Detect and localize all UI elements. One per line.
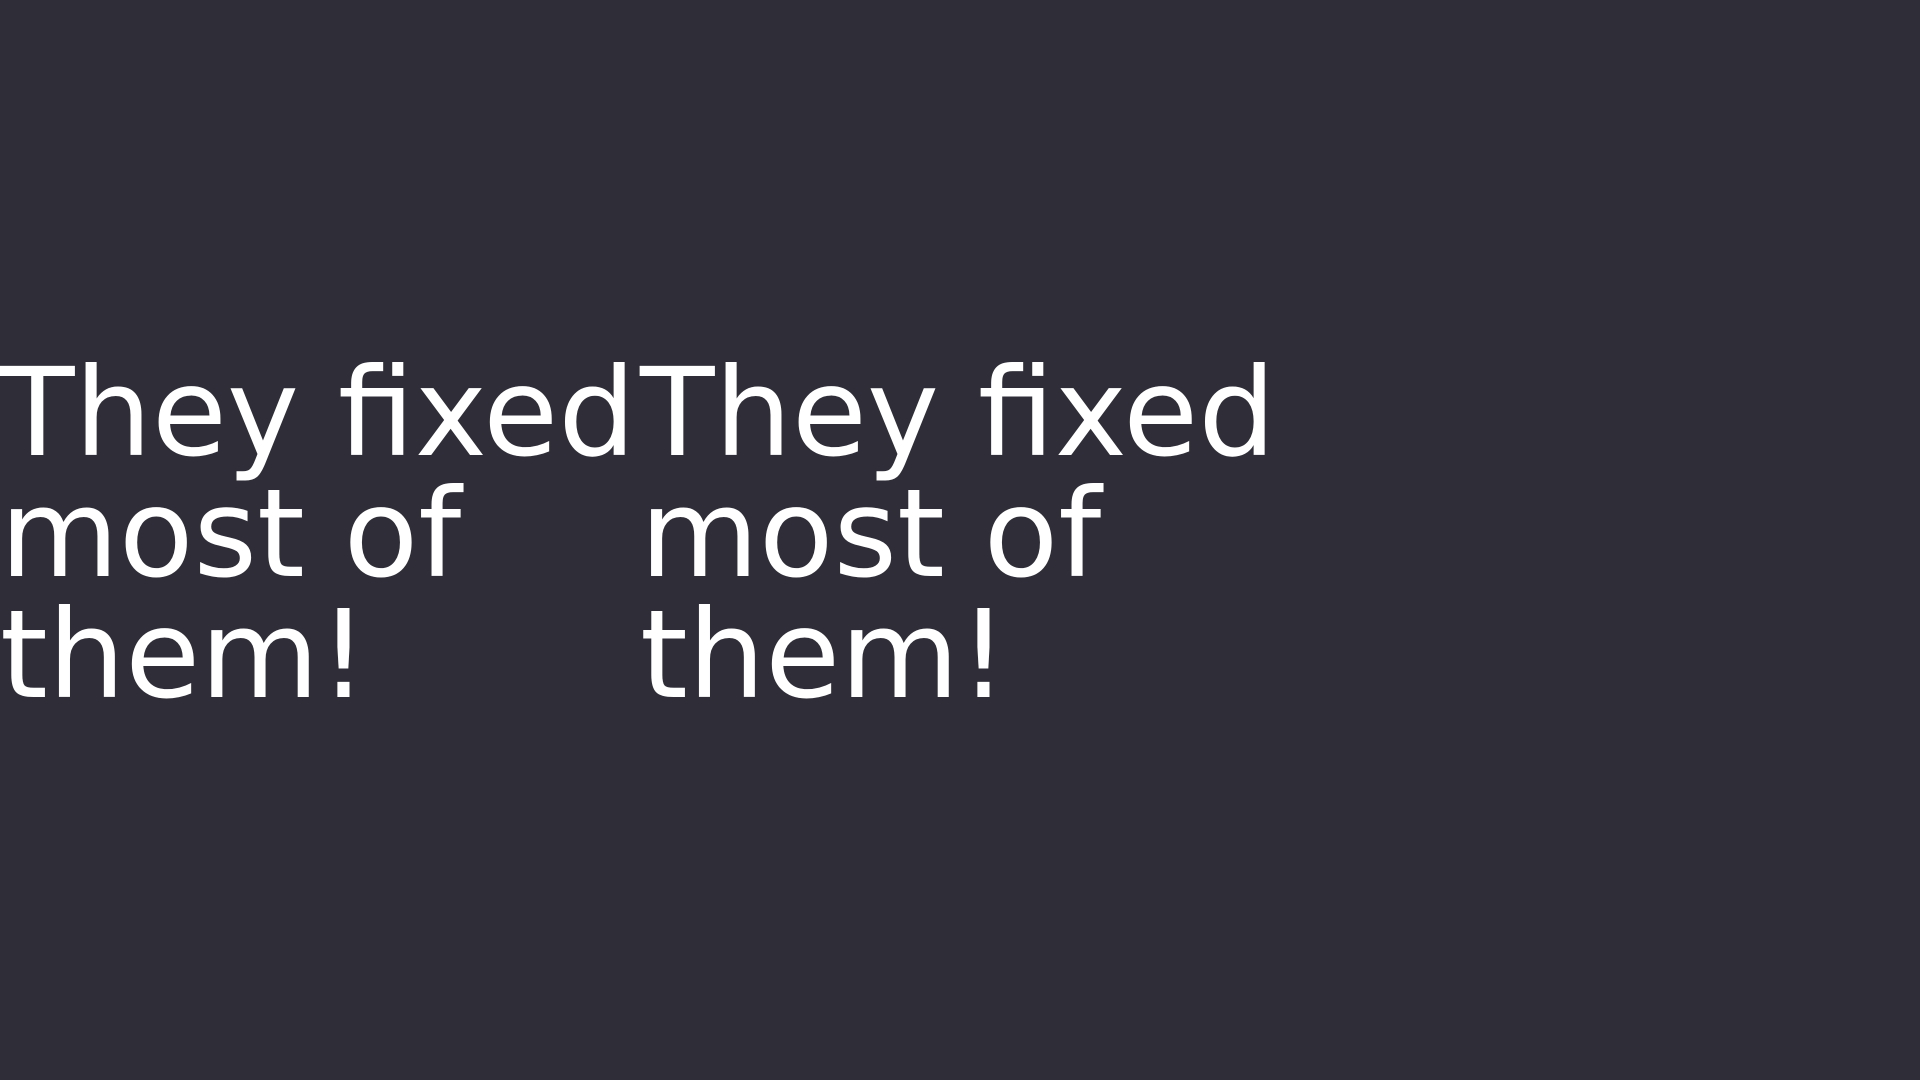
slide-canvas: They fixed most of them! They fixed most… (0, 0, 1920, 1080)
caption-text-left: They fixed most of them! (0, 342, 636, 726)
caption-text-right: They fixed most of them! (640, 342, 1276, 726)
